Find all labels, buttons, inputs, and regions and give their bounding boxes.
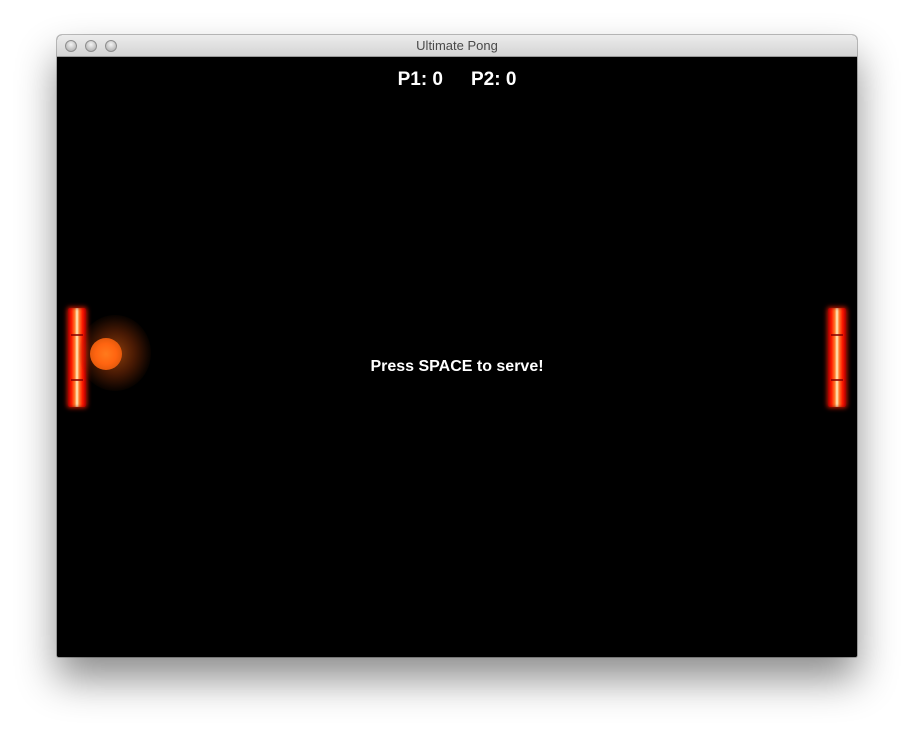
player-two-score: P2: 0 xyxy=(471,69,517,90)
game-window: Ultimate Pong P1: 0 P2: 0 Press SPACE to … xyxy=(57,35,857,657)
scoreboard: P1: 0 P2: 0 xyxy=(57,69,857,91)
serve-prompt: Press SPACE to serve! xyxy=(370,358,544,375)
game-canvas[interactable]: P1: 0 P2: 0 Press SPACE to serve! xyxy=(57,57,857,657)
title-bar[interactable]: Ultimate Pong xyxy=(57,35,857,57)
player-one-score: P1: 0 xyxy=(397,69,443,90)
window-title: Ultimate Pong xyxy=(416,38,498,53)
